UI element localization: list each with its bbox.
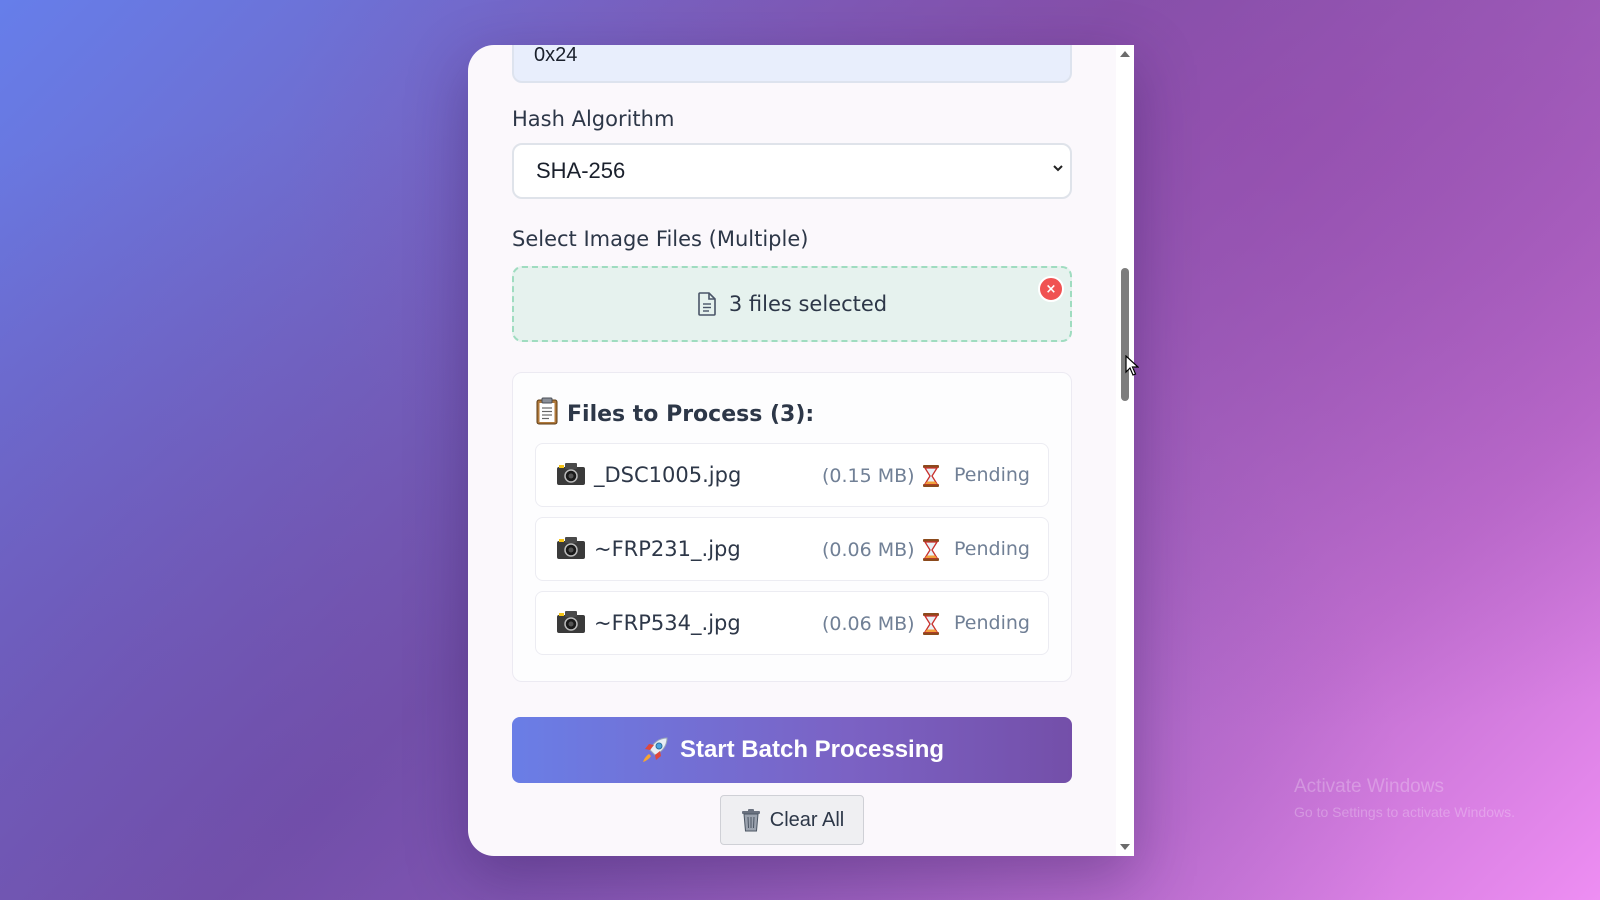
file-status: Pending xyxy=(954,464,1030,486)
clipboard-icon xyxy=(535,397,559,431)
watermark-title: Activate Windows xyxy=(1294,776,1444,797)
trash-icon xyxy=(740,808,762,832)
file-status: Pending xyxy=(954,538,1030,560)
windows-activation-watermark: Activate Windows Go to Settings to activ… xyxy=(1294,776,1515,820)
file-size: (0.06 MB) xyxy=(822,539,915,561)
start-batch-processing-button[interactable]: Start Batch Processing xyxy=(512,717,1072,783)
file-dropzone[interactable]: 3 files selected × xyxy=(512,266,1072,342)
file-name: ~FRP231_.jpg xyxy=(594,537,741,561)
document-icon xyxy=(697,292,717,316)
camera-icon xyxy=(556,536,586,565)
scroll-down-arrow-icon[interactable] xyxy=(1120,844,1130,850)
camera-icon xyxy=(556,462,586,491)
file-row: _DSC1005.jpg (0.15 MB) Pending xyxy=(535,443,1049,507)
mouse-cursor-icon xyxy=(1125,354,1140,382)
hourglass-icon xyxy=(922,464,940,493)
hash-algorithm-select[interactable]: SHA-256 xyxy=(512,143,1072,199)
batch-hash-form-card: 0x24 Hash Algorithm SHA-256 Select Image… xyxy=(468,45,1134,856)
close-icon: × xyxy=(1045,281,1057,297)
rocket-icon xyxy=(640,735,670,765)
hash-algorithm-label: Hash Algorithm xyxy=(512,107,675,131)
camera-icon xyxy=(556,610,586,639)
files-panel-title: Files to Process (3): xyxy=(535,397,814,431)
vertical-scrollbar[interactable] xyxy=(1116,45,1134,856)
clear-selection-button[interactable]: × xyxy=(1038,276,1064,302)
hex-value-input[interactable]: 0x24 xyxy=(512,45,1072,83)
files-panel-title-text: Files to Process (3): xyxy=(567,401,815,427)
hourglass-icon xyxy=(922,612,940,641)
file-row: ~FRP231_.jpg (0.06 MB) Pending xyxy=(535,517,1049,581)
clear-all-label: Clear All xyxy=(769,808,845,831)
scroll-up-arrow-icon[interactable] xyxy=(1120,51,1130,57)
file-size: (0.15 MB) xyxy=(822,465,915,487)
watermark-subtitle: Go to Settings to activate Windows. xyxy=(1294,804,1515,820)
file-row: ~FRP534_.jpg (0.06 MB) Pending xyxy=(535,591,1049,655)
start-button-label: Start Batch Processing xyxy=(679,736,945,763)
hex-value-text: 0x24 xyxy=(534,45,578,66)
files-to-process-panel: Files to Process (3): _DSC1005.jpg (0.15… xyxy=(512,372,1072,682)
files-selected-text: 3 files selected xyxy=(728,292,888,316)
hash-algorithm-selected: SHA-256 xyxy=(536,158,626,183)
select-files-label: Select Image Files (Multiple) xyxy=(512,227,809,251)
file-name: _DSC1005.jpg xyxy=(594,463,742,487)
file-size: (0.06 MB) xyxy=(822,613,915,635)
chevron-down-icon xyxy=(1052,161,1064,177)
hourglass-icon xyxy=(922,538,940,567)
clear-all-button[interactable]: Clear All xyxy=(720,795,864,845)
file-status: Pending xyxy=(954,612,1030,634)
file-name: ~FRP534_.jpg xyxy=(594,611,741,635)
